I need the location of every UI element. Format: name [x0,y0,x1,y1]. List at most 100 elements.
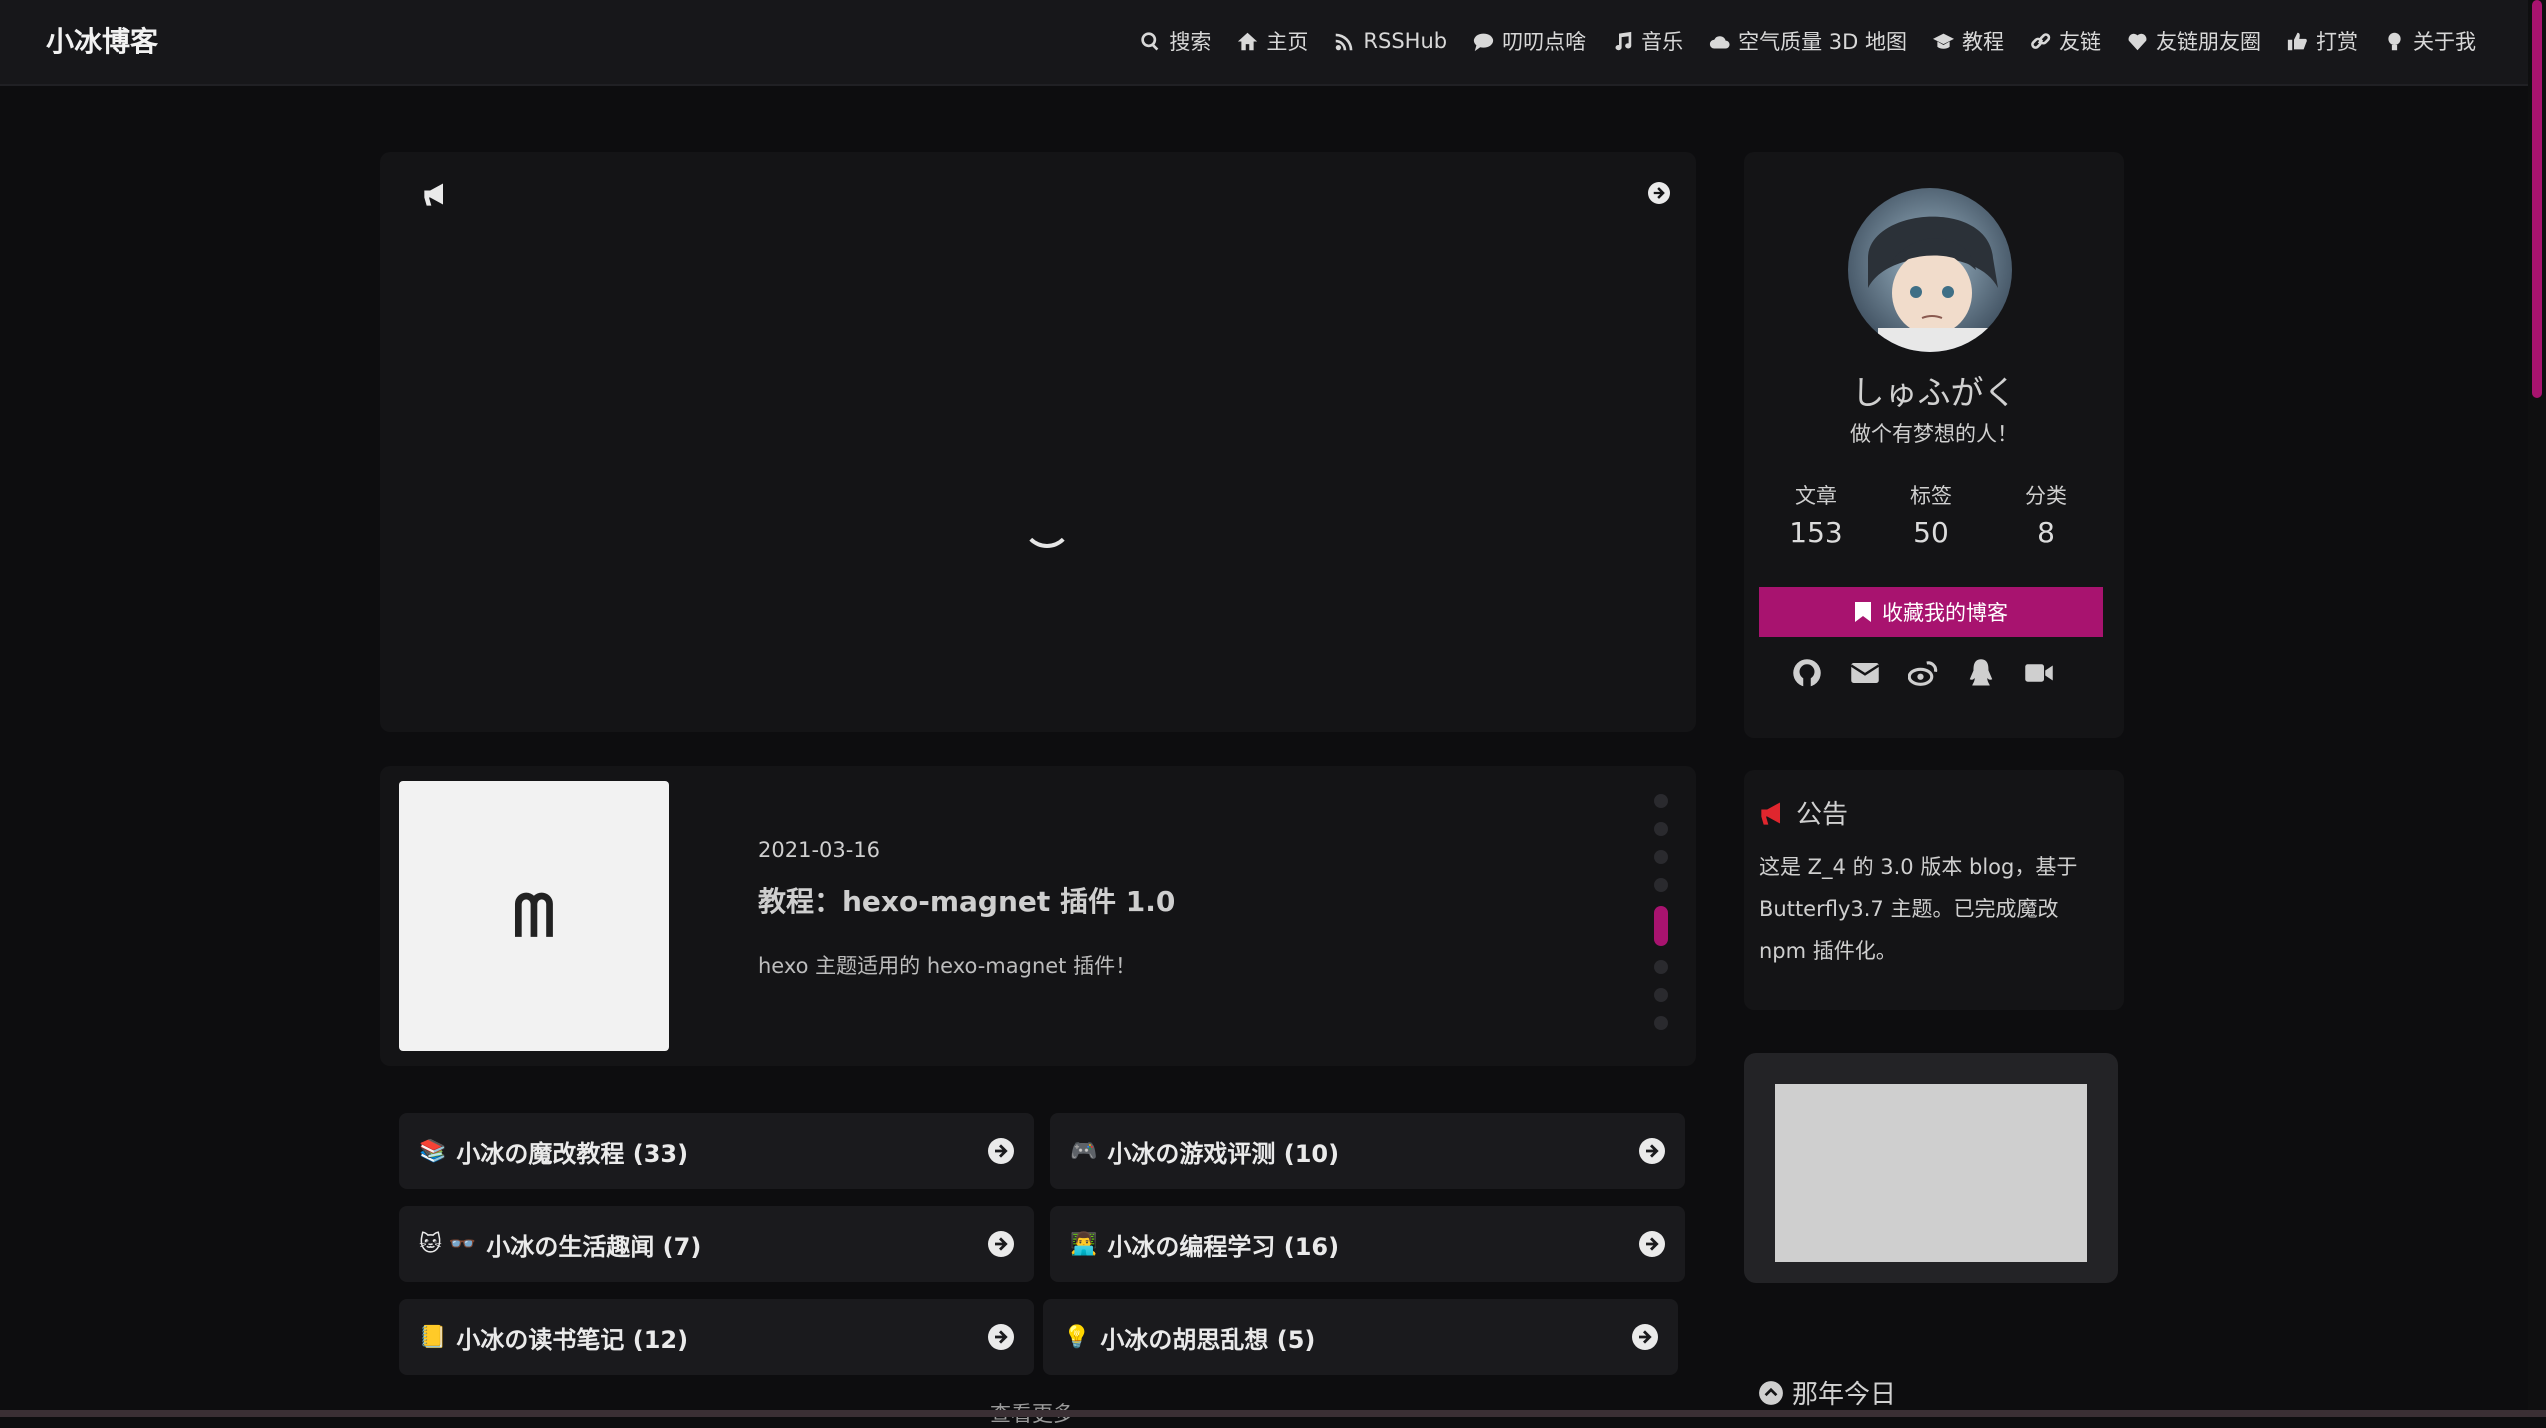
qq-icon[interactable] [1966,658,1996,688]
megaphone-icon [1761,802,1780,825]
home-icon [1238,32,1258,50]
category-card[interactable]: 📚 小冰の魔改教程 (33) [399,1113,1034,1189]
slider-card [380,152,1696,732]
arrow-right-icon [1639,1138,1665,1164]
post-date: 2021-03-16 [758,838,881,862]
nav-item-donate[interactable]: 打赏 [2287,26,2358,56]
nav-item-tutorials[interactable]: 教程 [1933,26,2004,56]
category-label: 小冰の读书笔记 (12) [456,1325,689,1354]
stat-label-tags[interactable]: 标签 [1891,480,1971,510]
author-name: しゅふがく [1851,373,2017,412]
category-card[interactable]: 🐱 👓 小冰の生活趣闻 (7) [399,1206,1034,1282]
nav-item-rsshub[interactable]: RSSHub [1334,26,1447,56]
nav-menu: 搜索 主页 RSSHub 叨叨点啥 音乐 空气质量 3D 地图 教程 友链 友链… [1140,26,2476,56]
cloud-icon [1709,35,1730,48]
lightbulb-icon [2388,32,2401,50]
category-emoji: 📒 [419,1324,447,1350]
category-label: 小冰の生活趣闻 (7) [486,1232,702,1261]
search-icon [1141,31,1159,50]
pagination-dot[interactable] [1654,850,1668,864]
envelope-icon[interactable] [1850,658,1880,688]
nav-item-friend-circle[interactable]: 友链朋友圈 [2127,26,2261,56]
rss-icon [1336,33,1353,50]
category-card[interactable]: 💡 小冰の胡思乱想 (5) [1043,1299,1678,1375]
social-links [1792,658,2054,688]
category-emoji: 📚 [419,1138,447,1164]
bottom-strip [0,1410,2546,1417]
site-brand[interactable]: 小冰博客 [46,20,158,60]
pagination-dot[interactable] [1654,794,1668,808]
post-thumbnail[interactable]: ᗰ [399,781,669,1051]
pagination-dot[interactable] [1654,822,1668,836]
category-emoji: 💡 [1063,1324,1091,1350]
history-title: 那年今日 [1792,1380,1897,1410]
stat-label-articles[interactable]: 文章 [1776,480,1856,510]
category-card[interactable]: 🎮 小冰の游戏评测 (10) [1050,1113,1685,1189]
nav-label: 音乐 [1641,30,1684,54]
nav-item-music[interactable]: 音乐 [1612,26,1683,56]
nav-item-chatter[interactable]: 叨叨点啥 [1473,26,1586,56]
sidebar-image[interactable] [1775,1084,2087,1262]
thumbs-up-icon [2287,32,2307,50]
bookmark-icon [1855,602,1871,622]
magnet-logo: ᗰ [513,881,555,950]
arrow-right-icon [1639,1231,1665,1257]
slider-pagination [1653,794,1669,1044]
nav-item-search[interactable]: 搜索 [1140,26,1211,56]
nav-label: 空气质量 3D 地图 [1738,30,1907,54]
post-title[interactable]: 教程：hexo-magnet 插件 1.0 [758,880,1175,920]
stat-value-articles[interactable]: 153 [1776,516,1856,549]
top-nav: 小冰博客 搜索 主页 RSSHub 叨叨点啥 音乐 空气质量 3D 地图 教程 [0,0,2546,86]
arrow-right-icon [988,1324,1014,1350]
megaphone-icon [424,183,443,206]
scrollbar-thumb[interactable] [2532,0,2542,398]
author-motto: 做个有梦想的人！ [1850,422,2018,446]
pagination-dot[interactable] [1654,878,1668,892]
comment-icon [1473,33,1494,51]
bookmark-button-label: 收藏我的博客 [1882,601,2008,625]
pagination-dot[interactable] [1654,960,1668,974]
stat-value-tags[interactable]: 50 [1891,516,1971,549]
pagination-dot[interactable] [1654,988,1668,1002]
avatar[interactable] [1848,188,2012,352]
nav-item-air-quality-map[interactable]: 空气质量 3D 地图 [1709,26,1907,56]
category-emoji: 👨‍💻 [1070,1231,1098,1257]
nav-label: 关于我 [2413,30,2476,54]
loading-spinner [1022,498,1072,548]
arrow-right-icon[interactable] [1648,182,1670,204]
arrow-right-icon [1632,1324,1658,1350]
video-icon[interactable] [2024,658,2054,688]
history-heading: 那年今日 [1758,1374,1896,1411]
category-card[interactable]: 👨‍💻 小冰の编程学习 (16) [1050,1206,1685,1282]
nav-label: RSSHub [1363,29,1448,53]
category-label: 小冰の游戏评测 (10) [1107,1139,1340,1168]
nav-item-home[interactable]: 主页 [1237,26,1308,56]
category-card[interactable]: 📒 小冰の读书笔记 (12) [399,1299,1034,1375]
nav-label: 教程 [1962,30,2004,54]
arrow-right-icon [988,1138,1014,1164]
bookmark-blog-button[interactable]: 收藏我的博客 [1759,587,2103,637]
graduation-cap-icon [1933,33,1954,49]
nav-item-about[interactable]: 关于我 [2384,26,2476,56]
post-description: hexo 主题适用的 hexo-magnet 插件！ [758,954,1137,978]
category-emoji: 🎮 [1070,1138,1098,1164]
nav-item-friend-links[interactable]: 友链 [2030,26,2101,56]
stat-value-categories[interactable]: 8 [2006,516,2086,549]
category-emoji: 🐱 👓 [419,1231,477,1257]
link-icon [2031,32,2051,49]
github-icon[interactable] [1792,658,1822,688]
notice-title: 公告 [1796,800,1849,830]
nav-label: 友链 [2059,30,2101,54]
notice-body: 这是 Z_4 的 3.0 版本 blog，基于 Butterfly3.7 主题。… [1759,855,2078,963]
nav-label: 主页 [1266,30,1309,54]
arrow-right-icon [988,1231,1014,1257]
pagination-dot[interactable] [1654,1016,1668,1030]
stat-label-categories[interactable]: 分类 [2006,480,2086,510]
nav-label: 搜索 [1169,30,1212,54]
weibo-icon[interactable] [1908,658,1938,688]
notice-heading: 公告 [1758,794,1848,831]
heart-pulse-icon [2128,33,2147,50]
pagination-dot-active[interactable] [1654,906,1668,946]
category-label: 小冰の胡思乱想 (5) [1100,1325,1316,1354]
history-icon [1759,1380,1783,1405]
